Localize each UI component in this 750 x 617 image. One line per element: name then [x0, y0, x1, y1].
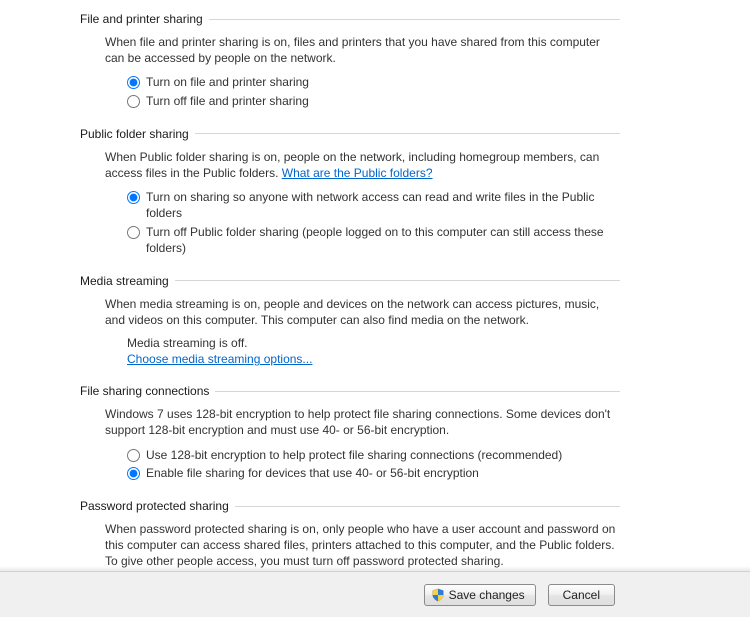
section-header: Password protected sharing: [80, 499, 750, 513]
section-header: Media streaming: [80, 274, 750, 288]
radio-input[interactable]: [127, 191, 140, 204]
divider: [195, 133, 620, 134]
radio-input[interactable]: [127, 226, 140, 239]
section-header: Public folder sharing: [80, 127, 750, 141]
radio-file-printer-off[interactable]: Turn off file and printer sharing: [127, 93, 620, 109]
divider: [215, 391, 620, 392]
radio-128bit-encryption[interactable]: Use 128-bit encryption to help protect f…: [127, 447, 620, 463]
radio-input[interactable]: [127, 449, 140, 462]
section-header: File sharing connections: [80, 384, 750, 398]
section-title: Password protected sharing: [80, 499, 235, 513]
button-label: Save changes: [449, 588, 525, 602]
section-description: When file and printer sharing is on, fil…: [105, 34, 620, 66]
radio-label: Turn off Public folder sharing (people l…: [146, 224, 620, 256]
section-public-folder-sharing: Public folder sharing When Public folder…: [0, 127, 750, 256]
radio-label: Enable file sharing for devices that use…: [146, 465, 479, 481]
divider: [209, 19, 620, 20]
section-description: Windows 7 uses 128-bit encryption to hel…: [105, 406, 620, 438]
section-file-sharing-connections: File sharing connections Windows 7 uses …: [0, 384, 750, 481]
public-folders-link[interactable]: What are the Public folders?: [282, 166, 433, 180]
radio-label: Turn on file and printer sharing: [146, 74, 309, 90]
radio-public-folder-on[interactable]: Turn on sharing so anyone with network a…: [127, 189, 620, 221]
radio-file-printer-on[interactable]: Turn on file and printer sharing: [127, 74, 620, 90]
radio-label: Turn off file and printer sharing: [146, 93, 309, 109]
radio-input[interactable]: [127, 76, 140, 89]
section-password-protected-sharing: Password protected sharing When password…: [0, 499, 750, 570]
radio-public-folder-off[interactable]: Turn off Public folder sharing (people l…: [127, 224, 620, 256]
radio-input[interactable]: [127, 95, 140, 108]
button-label: Cancel: [563, 588, 600, 602]
divider: [175, 280, 620, 281]
section-header: File and printer sharing: [80, 12, 750, 26]
radio-label: Turn on sharing so anyone with network a…: [146, 189, 620, 221]
divider: [235, 506, 620, 507]
section-description: When media streaming is on, people and d…: [105, 296, 620, 328]
media-streaming-status: Media streaming is off.: [127, 336, 620, 350]
section-description: When password protected sharing is on, o…: [105, 521, 620, 570]
media-streaming-options-link[interactable]: Choose media streaming options...: [127, 352, 312, 366]
radio-input[interactable]: [127, 467, 140, 480]
section-description: When Public folder sharing is on, people…: [105, 149, 620, 181]
cancel-button[interactable]: Cancel: [548, 584, 615, 606]
radio-label: Use 128-bit encryption to help protect f…: [146, 447, 562, 463]
section-media-streaming: Media streaming When media streaming is …: [0, 274, 750, 366]
section-title: File and printer sharing: [80, 12, 209, 26]
settings-content: File and printer sharing When file and p…: [0, 0, 750, 572]
save-changes-button[interactable]: Save changes: [424, 584, 536, 606]
section-file-printer-sharing: File and printer sharing When file and p…: [0, 12, 750, 109]
section-title: File sharing connections: [80, 384, 215, 398]
radio-4056bit-encryption[interactable]: Enable file sharing for devices that use…: [127, 465, 620, 481]
uac-shield-icon: [431, 588, 445, 602]
section-title: Media streaming: [80, 274, 175, 288]
section-title: Public folder sharing: [80, 127, 195, 141]
footer-bar: Save changes Cancel: [0, 571, 750, 617]
